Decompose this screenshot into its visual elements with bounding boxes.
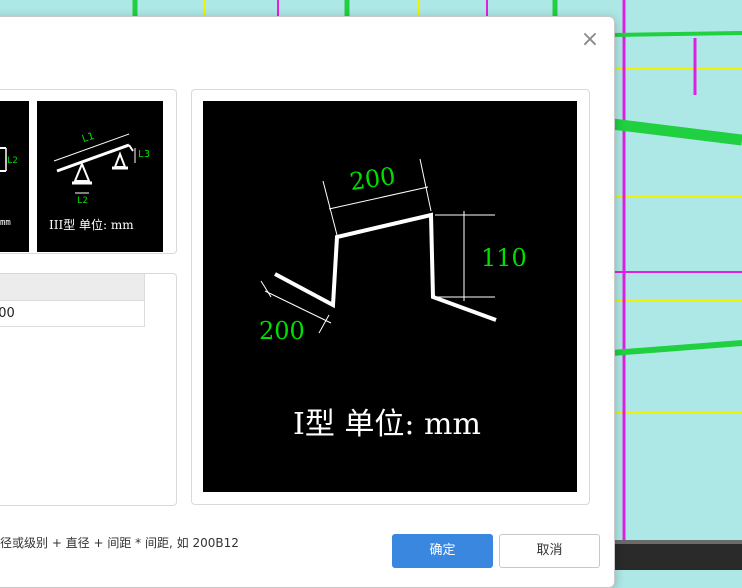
rebar-shape [274,212,497,322]
dim-label-right: 110 [481,244,527,272]
shape-thumbnail-type-2[interactable]: L2 mm [0,101,29,252]
close-icon[interactable]: × [580,29,600,51]
table-cell[interactable]: 000 [0,301,145,327]
thumb-dim-label: L1 [81,131,96,145]
thumb-caption: III型 单位: mm [49,217,134,232]
table-header [0,274,145,301]
input-format-hint: 径或级别 + 直径 + 间距 * 间距, 如 200B12 [0,536,239,550]
thumb-dim-label: L2 [77,196,88,206]
spacing-table-panel: 000 [0,273,177,506]
dim-label-left: 200 [259,317,305,345]
thumb-dim-label: L2 [7,156,18,166]
confirm-button[interactable]: 确定 [392,534,493,568]
shape-thumbnail-type-3[interactable]: L1 L3 L2 III型 单位: mm [37,101,163,252]
table-cell-value: 000 [0,306,15,321]
cancel-button[interactable]: 取消 [499,534,600,568]
thumb-unit-label: mm [0,218,11,228]
shape-preview-canvas: 200 110 200 I型 单位: mm [203,101,577,492]
dim-label-top: 200 [348,162,397,196]
thumb-dim-label: L3 [138,149,150,160]
preview-caption: I型 单位: mm [293,407,481,442]
